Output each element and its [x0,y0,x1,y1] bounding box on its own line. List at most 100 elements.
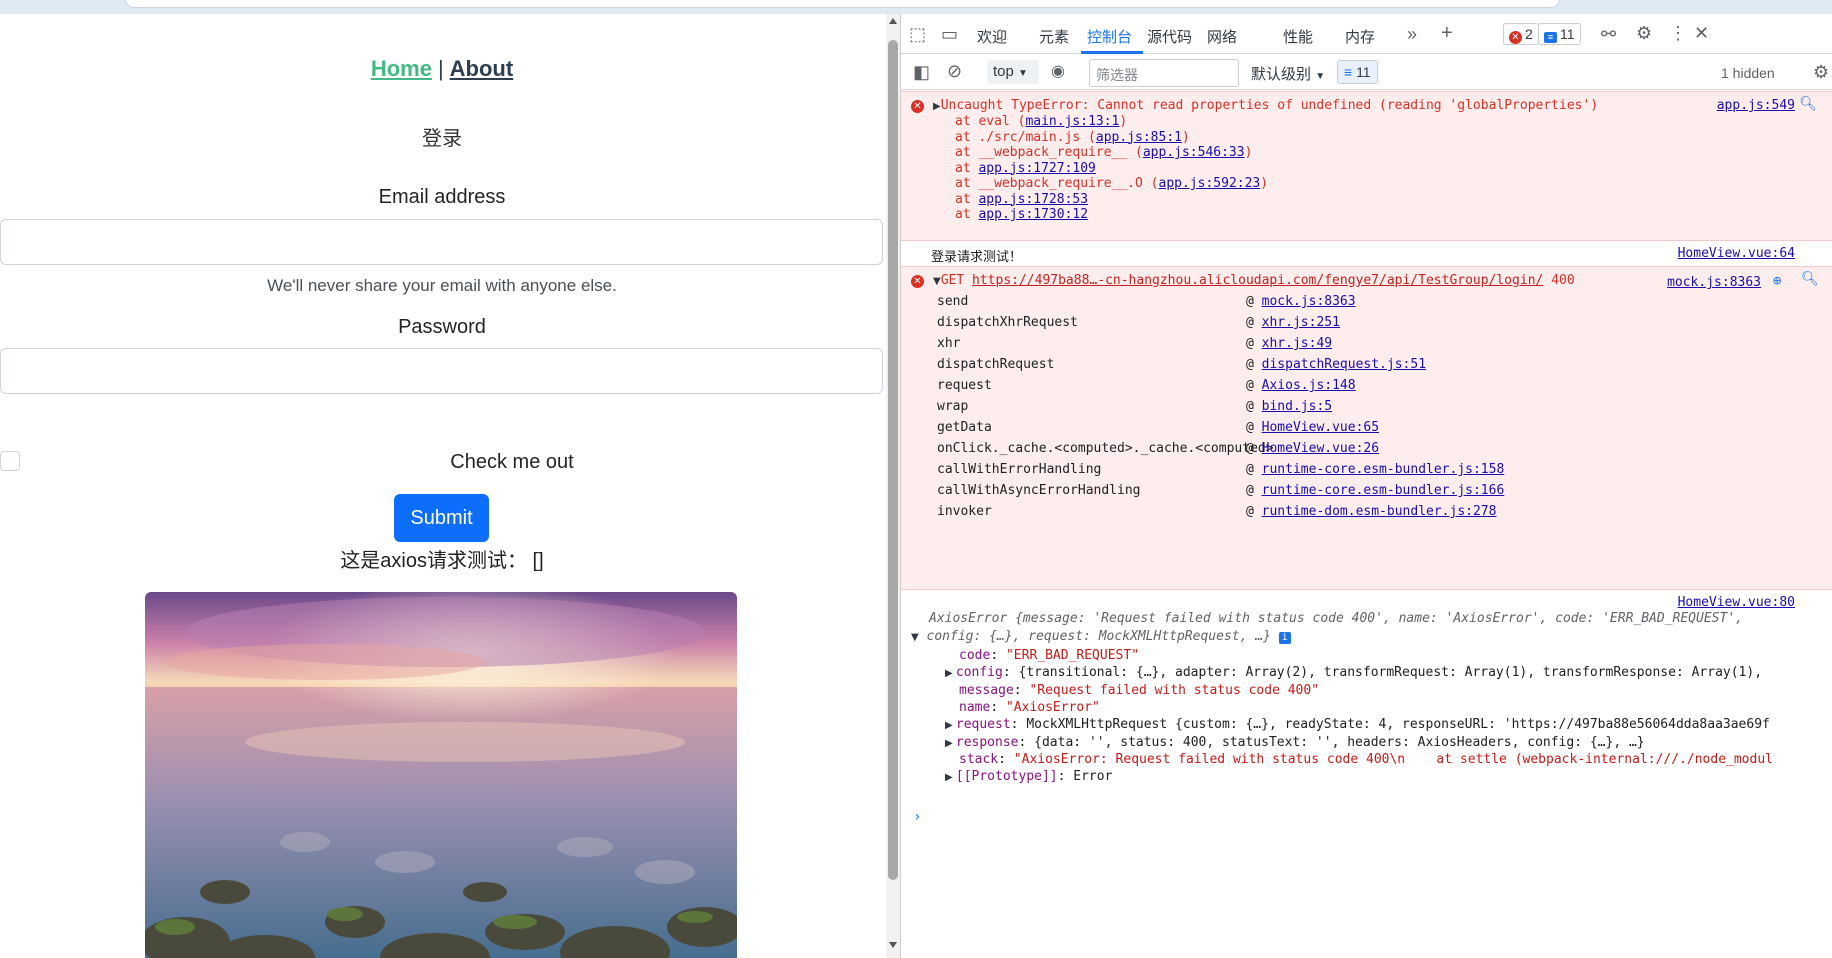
messages-filter-badge[interactable]: ≡ 11 [1337,60,1378,84]
axios-log-source-link[interactable]: HomeView.vue:80 [1678,595,1795,610]
nav-about-link[interactable]: About [450,56,514,81]
log-level-select[interactable]: 默认级别 ▼ [1251,63,1325,84]
call-frame-link[interactable]: runtime-core.esm-bundler.js:158 [1262,462,1505,477]
expand-triangle-icon[interactable]: ▶ [945,738,956,749]
password-field[interactable] [0,348,883,394]
search-icon[interactable]: 🔍︎ [1799,97,1817,111]
stack-frame-text: at __webpack_require__ ( [955,145,1143,160]
gear-icon[interactable]: ⚙ [1636,24,1652,42]
device-toolbar-icon[interactable]: ▭ [941,25,958,43]
expand-triangle-icon[interactable]: ▶ [933,101,941,112]
network-icon[interactable]: ⊕ [1773,274,1781,288]
submit-button[interactable]: Submit [394,494,489,542]
tab-performance[interactable]: 性能 [1283,26,1313,47]
address-bar[interactable] [125,0,1560,8]
tab-welcome[interactable]: 欢迎 [977,26,1007,47]
property-separator: : [998,751,1014,767]
email-field[interactable] [0,219,883,265]
close-icon[interactable]: ✕ [1694,24,1709,42]
collapse-triangle-icon[interactable]: ▼ [933,276,941,287]
property-separator: : [1013,682,1030,698]
request-source-link[interactable]: mock.js:8363 [1667,275,1761,290]
error-count-badge[interactable]: ✕ 2 [1503,23,1539,45]
tab-sources[interactable]: 源代码 [1147,26,1192,47]
console-error-get: ✕ ▼GET https://497ba88…-cn-hangzhou.alic… [901,266,1832,590]
call-frame-function: send [937,294,969,309]
eye-icon[interactable]: ◉ [1051,64,1065,80]
nav-bar: Home | About [0,56,884,82]
info-icon[interactable]: i [1278,632,1291,644]
console-settings-icon[interactable]: ⚙ [1813,63,1829,81]
expand-triangle-icon[interactable]: ▶ [945,720,956,731]
call-frame-link[interactable]: bind.js:5 [1262,399,1332,414]
scrollbar-thumb[interactable] [888,40,898,880]
tab-network[interactable]: 网络 [1207,26,1237,47]
inspect-element-icon[interactable]: ⬚ [909,25,926,43]
collapse-triangle-icon[interactable]: ▼ [911,632,919,643]
call-frame-function: request [937,378,992,393]
call-frame-link[interactable]: xhr.js:49 [1262,336,1332,351]
screen: Home | About 登录 Email address We'll never … [0,0,1832,958]
axios-error-summary[interactable]: AxiosError {message: 'Request failed wit… [929,611,1743,626]
call-frame-link[interactable]: HomeView.vue:26 [1262,441,1379,456]
check-me-out-checkbox[interactable] [0,451,20,471]
property-row[interactable]: ▶ [[Prototype]]: Error [945,769,1112,784]
web-page: Home | About 登录 Email address We'll never … [0,14,886,958]
search-icon[interactable]: 🔍︎ [1801,272,1819,286]
call-frame-link[interactable]: runtime-dom.esm-bundler.js:278 [1262,504,1497,519]
call-frame-link[interactable]: runtime-core.esm-bundler.js:166 [1262,483,1505,498]
property-row[interactable]: ▶ request: MockXMLHttpRequest {custom: {… [945,717,1770,732]
expand-triangle-icon[interactable]: ▶ [945,772,956,783]
tab-elements[interactable]: 元素 [1039,26,1069,47]
error-icon: ✕ [911,100,924,113]
nav-home-link[interactable]: Home [371,56,432,81]
expand-triangle-icon[interactable]: ▶ [945,668,956,679]
add-tab-icon[interactable]: + [1441,23,1453,43]
error-message[interactable]: ▶Uncaught TypeError: Cannot read propert… [933,98,1598,113]
email-label: Email address [378,186,506,208]
request-line[interactable]: ▼GET https://497ba88…-cn-hangzhou.aliclo… [933,273,1575,288]
devtools-panel: ⬚ ▭ 欢迎 元素 控制台 源代码 网络 性能 内存 » + ✕ 2 ≡ 11 ⚯ … [900,14,1832,958]
stack-frame-link[interactable]: app.js:1728:53 [978,192,1088,207]
stack-frame-link[interactable]: app.js:592:23 [1159,176,1261,191]
message-count-badge[interactable]: ≡ 11 [1538,23,1581,45]
filter-input[interactable]: 筛选器 [1089,59,1239,87]
stack-frame-link[interactable]: app.js:1727:109 [978,161,1095,176]
property-value: "Request failed with status code 400" [1029,682,1320,698]
call-frame-link[interactable]: Axios.js:148 [1262,378,1356,393]
request-url[interactable]: https://497ba88…-cn-hangzhou.alicloudapi… [972,273,1543,288]
stack-frame-link[interactable]: app.js:546:33 [1143,145,1245,160]
call-frame-link[interactable]: xhr.js:251 [1262,315,1340,330]
more-tabs-icon[interactable]: » [1407,25,1417,43]
property-row[interactable]: ▶ config: {transitional: {…}, adapter: A… [945,665,1762,680]
scroll-up-icon[interactable] [889,18,897,24]
page-scrollbar[interactable] [886,14,900,958]
tab-console[interactable]: 控制台 [1087,26,1132,47]
kebab-menu-icon[interactable]: ⋮ [1669,24,1687,42]
console-prompt-icon[interactable]: › [913,809,921,825]
log-source-link[interactable]: HomeView.vue:64 [1678,246,1795,261]
property-row[interactable]: ▶ response: {data: '', status: 400, stat… [945,735,1645,750]
call-frame-link[interactable]: dispatchRequest.js:51 [1262,357,1426,372]
property-separator: : [990,648,1006,663]
error-source-link[interactable]: app.js:549 [1717,98,1795,113]
call-frame-link[interactable]: HomeView.vue:65 [1262,420,1379,435]
call-frame-function: callWithAsyncErrorHandling [937,483,1141,498]
call-frame-link[interactable]: mock.js:8363 [1262,294,1356,309]
login-title: 登录 [422,128,462,150]
check-me-out-label: Check me out [450,451,574,473]
axios-error-summary-2[interactable]: ▼ config: {…}, request: MockXMLHttpReque… [911,629,1291,644]
clear-console-icon[interactable]: ⊘ [947,62,962,80]
connection-icon[interactable]: ⚯ [1601,25,1616,43]
call-frame-at: @ runtime-dom.esm-bundler.js:278 [1246,504,1497,519]
property-row: name: "AxiosError" [959,700,1100,715]
scroll-down-icon[interactable] [889,942,897,948]
stack-frame-link[interactable]: app.js:1730:12 [978,207,1088,222]
sidebar-toggle-icon[interactable]: ◧ [913,63,930,81]
stack-frame-link[interactable]: main.js:13:1 [1025,114,1119,129]
context-select[interactable]: top ▼ [987,60,1039,84]
tab-memory[interactable]: 内存 [1345,26,1375,47]
stack-frame: at ./src/main.js (app.js:85:1) [955,130,1190,145]
stack-frame-link[interactable]: app.js:85:1 [1096,130,1182,145]
stack-frame-text: at __webpack_require__.O ( [955,176,1159,191]
